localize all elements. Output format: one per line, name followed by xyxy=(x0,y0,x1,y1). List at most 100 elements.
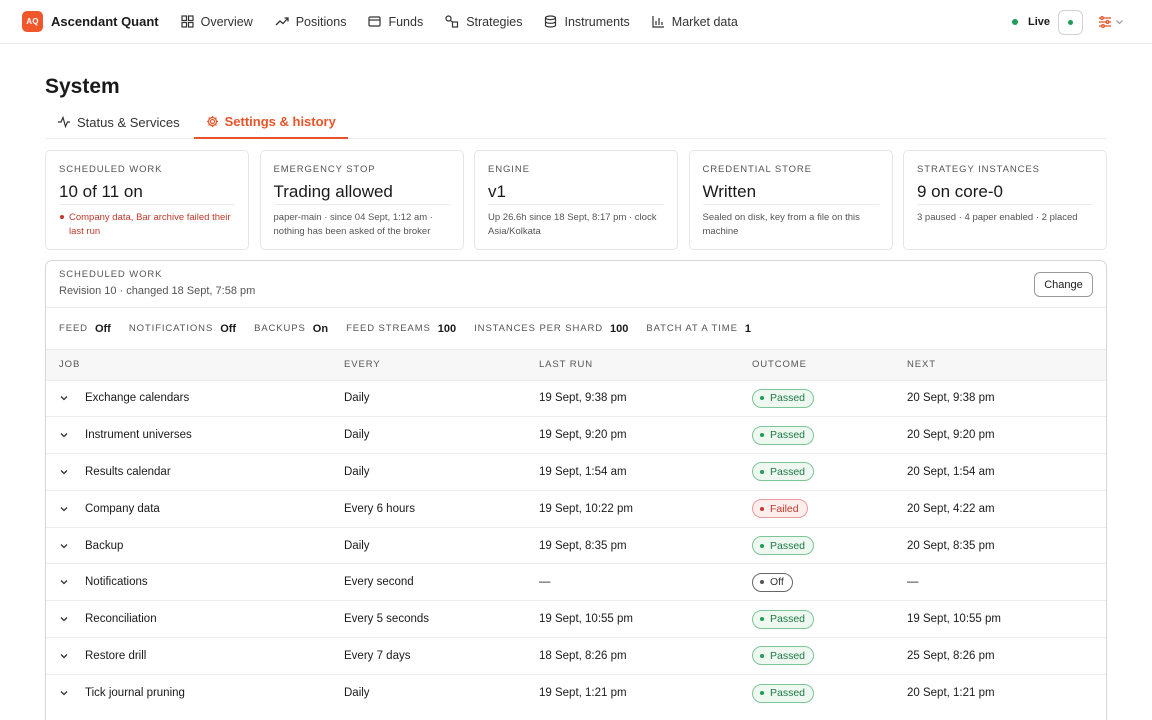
top-right: Live xyxy=(1011,0,1124,44)
scheduled-work-panel: SCHEDULED WORK Revision 10 · changed 18 … xyxy=(45,260,1107,720)
table-row[interactable]: Results calendar Daily 19 Sept, 1:54 am Pas… xyxy=(46,453,1106,491)
column-header-every[interactable]: EVERY xyxy=(344,350,539,380)
expand-row-button[interactable] xyxy=(59,394,85,402)
card-label: CREDENTIAL STORE xyxy=(702,164,812,175)
job-next-run: 20 Sept, 8:35 pm xyxy=(907,539,995,552)
status-dot-icon xyxy=(760,469,764,474)
job-frequency: Every 7 days xyxy=(344,649,411,662)
nav-instruments[interactable]: Instruments xyxy=(544,15,630,29)
nav-funds[interactable]: Funds xyxy=(368,15,423,29)
card-note: Sealed on disk, key from a file on this … xyxy=(702,212,860,237)
job-cell: Backup xyxy=(46,527,344,564)
job-next-run: 20 Sept, 9:20 pm xyxy=(907,429,995,442)
tab-settings-history[interactable]: Settings & history xyxy=(193,106,348,139)
status-badge: Passed xyxy=(752,646,815,666)
job-next-run: 20 Sept, 1:54 am xyxy=(907,465,995,478)
change-button[interactable]: Change xyxy=(1034,272,1093,297)
setting-notifications: NOTIFICATIONS Off xyxy=(129,323,236,335)
expand-row-button[interactable] xyxy=(59,689,85,697)
table-row[interactable]: Reconciliation Every 5 seconds 19 Sept, 10… xyxy=(46,600,1106,638)
status-badge: Off xyxy=(752,572,793,592)
column-header-job[interactable]: JOB xyxy=(46,350,344,380)
job-last-run: 19 Sept, 9:38 pm xyxy=(539,392,627,405)
status-badge: Passed xyxy=(752,536,815,556)
live-toggle-button[interactable] xyxy=(1058,9,1083,35)
revision-info: Revision 10 · changed 18 Sept, 7:58 pm xyxy=(59,285,256,297)
column-header-next[interactable]: NEXT xyxy=(907,350,1106,380)
expand-row-button[interactable] xyxy=(59,542,85,550)
chevron-down-icon xyxy=(60,691,68,696)
table-row[interactable]: Exchange calendars Daily 19 Sept, 9:38 pm P… xyxy=(46,380,1106,417)
nav-market-data[interactable]: Market data xyxy=(652,15,738,29)
settings-menu-button[interactable] xyxy=(1098,16,1124,28)
card-value: 10 of 11 on xyxy=(59,182,235,205)
card-label: STRATEGY INSTANCES xyxy=(917,164,1040,175)
brand[interactable]: AQ Ascendant Quant xyxy=(22,11,159,32)
status-badge: Passed xyxy=(752,462,815,482)
setting-batch-at-a-time: BATCH AT A TIME 1 xyxy=(646,323,751,335)
status-dot-icon xyxy=(760,653,764,658)
live-status-label: Live xyxy=(1027,16,1050,28)
database-icon xyxy=(545,15,557,28)
job-name: Notifications xyxy=(85,576,148,589)
trend-up-icon xyxy=(275,17,289,26)
job-next-run: 20 Sept, 9:38 pm xyxy=(907,392,995,405)
setting-feed: FEED Off xyxy=(59,323,111,335)
table-row[interactable]: Instrument universes Daily 19 Sept, 9:20 p… xyxy=(46,416,1106,454)
status-dot-icon xyxy=(760,396,764,401)
table-row[interactable]: Backup Daily 19 Sept, 8:35 pm Passed 20 Sept… xyxy=(46,527,1106,564)
expand-row-button[interactable] xyxy=(59,505,85,513)
job-last-run: 19 Sept, 1:21 pm xyxy=(539,687,627,700)
job-outcome-cell: Passed xyxy=(752,380,907,417)
status-dot-icon xyxy=(760,691,764,696)
expand-row-button[interactable] xyxy=(59,468,85,476)
column-header-outcome[interactable]: OUTCOME xyxy=(752,350,907,380)
nav-label: Strategies xyxy=(466,14,523,29)
job-frequency: Daily xyxy=(344,687,370,700)
pulse-icon xyxy=(58,116,70,128)
tab-status-services[interactable]: Status & Services xyxy=(45,106,192,138)
job-last-run: 19 Sept, 10:22 pm xyxy=(539,502,633,515)
setting-value: On xyxy=(312,322,329,335)
table-row[interactable]: Notifications Every second — Off — xyxy=(46,563,1106,601)
job-outcome-cell: Failed xyxy=(752,490,907,527)
job-outcome-cell: Passed xyxy=(752,638,907,675)
job-next-run: 20 Sept, 1:21 pm xyxy=(907,687,995,700)
card-emergency-stop: EMERGENCY STOP Trading allowed paper-mai… xyxy=(259,150,464,250)
column-header-last-run[interactable]: LAST RUN xyxy=(539,350,752,380)
job-cell: Exchange calendars xyxy=(46,380,344,417)
job-cell: Reconciliation xyxy=(46,601,344,638)
expand-row-button[interactable] xyxy=(59,431,85,439)
card-engine: ENGINE v1 Up 26.6h since 18 Sept, 8:17 p… xyxy=(474,150,678,250)
table-row[interactable]: Restore drill Every 7 days 18 Sept, 8:26 p… xyxy=(46,637,1106,675)
nav-positions[interactable]: Positions xyxy=(275,15,346,29)
nav-strategies[interactable]: Strategies xyxy=(445,15,522,29)
table-row[interactable]: Tick journal pruning Daily 19 Sept, 1:21 p… xyxy=(46,674,1106,711)
expand-row-button[interactable] xyxy=(59,578,85,586)
job-last-run: 19 Sept, 9:20 pm xyxy=(539,429,627,442)
card-error-note: Company data, Bar archive failed their l… xyxy=(59,211,235,239)
table-row[interactable]: Company data Every 6 hours 19 Sept, 10:22 … xyxy=(46,490,1106,527)
status-dot-icon xyxy=(760,617,764,622)
setting-value: 100 xyxy=(437,322,457,335)
status-badge-label: Passed xyxy=(770,429,806,442)
status-badge-label: Passed xyxy=(770,539,806,552)
chevron-down-icon xyxy=(60,396,68,401)
chevron-down-icon xyxy=(60,470,68,475)
expand-row-button[interactable] xyxy=(59,615,85,623)
job-outcome-cell: Off xyxy=(752,564,907,601)
page-title: System xyxy=(45,75,120,98)
job-frequency: Every 6 hours xyxy=(344,502,415,515)
expand-row-button[interactable] xyxy=(59,652,85,660)
status-badge-label: Passed xyxy=(770,392,806,405)
jobs-table: JOB EVERY LAST RUN OUTCOME NEXT Exchange… xyxy=(46,350,1106,711)
job-name: Restore drill xyxy=(85,649,147,662)
nav-overview[interactable]: Overview xyxy=(181,15,253,29)
job-frequency: Every second xyxy=(344,576,414,589)
chevron-down-icon xyxy=(60,654,68,659)
job-cell: Results calendar xyxy=(46,454,344,491)
card-scheduled-work: SCHEDULED WORK 10 of 11 on Company data,… xyxy=(45,150,249,250)
setting-instances-per-shard: INSTANCES PER SHARD 100 xyxy=(474,323,628,335)
job-last-run: 19 Sept, 10:55 pm xyxy=(539,613,633,626)
job-name: Tick journal pruning xyxy=(85,687,185,700)
